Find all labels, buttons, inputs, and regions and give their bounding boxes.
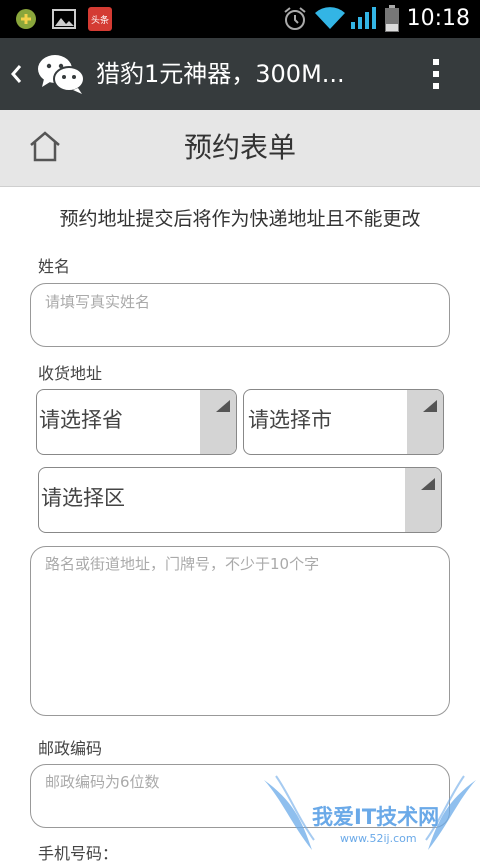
province-dropdown: [200, 390, 236, 454]
district-value: 请选择区: [41, 486, 125, 510]
province-value: 请选择省: [39, 408, 123, 432]
battery-icon: [384, 5, 400, 37]
site-watermark: 我爱IT技术网 www.52ij.com: [262, 770, 480, 854]
watermark-url: www.52ij.com: [340, 832, 417, 845]
svg-text:头条: 头条: [91, 14, 109, 26]
signal-icon: [350, 6, 378, 34]
status-bar: 头条 10:18: [0, 0, 480, 38]
alarm-icon: [282, 6, 308, 36]
name-label: 姓名: [38, 257, 71, 276]
district-select[interactable]: 请选择区: [38, 467, 442, 533]
postcode-placeholder: 邮政编码为6位数: [45, 773, 160, 791]
address-label: 收货地址: [38, 364, 103, 383]
page-title: 预约表单: [183, 131, 296, 164]
name-input[interactable]: 请填写真实姓名: [30, 283, 450, 347]
district-dropdown: [405, 468, 441, 532]
street-address-input[interactable]: 路名或街道地址，门牌号，不少于10个字: [30, 546, 450, 716]
overflow-menu-icon[interactable]: [428, 58, 444, 94]
page-header: 预约表单: [0, 110, 480, 187]
back-chevron-icon[interactable]: [8, 62, 24, 90]
wifi-icon: [314, 6, 346, 34]
news-app-icon: 头条: [88, 7, 112, 35]
picture-icon: [52, 8, 76, 34]
dropdown-arrow-icon: [421, 478, 435, 490]
city-value: 请选择市: [248, 408, 332, 432]
name-placeholder: 请填写真实姓名: [45, 293, 151, 311]
chat-title: 猎豹1元神器，300M...: [96, 60, 345, 88]
street-placeholder: 路名或街道地址，门牌号，不少于10个字: [45, 555, 320, 573]
action-bar: 猎豹1元神器，300M...: [0, 38, 480, 110]
dropdown-arrow-icon: [423, 400, 437, 412]
address-notice: 预约地址提交后将作为快递地址且不能更改: [59, 208, 421, 230]
phone-label: 手机号码：: [38, 844, 119, 863]
city-select[interactable]: 请选择市: [243, 389, 444, 455]
wechat-icon[interactable]: [36, 52, 86, 100]
status-time: 10:18: [406, 6, 470, 31]
province-select[interactable]: 请选择省: [36, 389, 237, 455]
dropdown-arrow-icon: [216, 400, 230, 412]
city-dropdown: [407, 390, 443, 454]
postcode-label: 邮政编码: [38, 739, 103, 758]
android-notification-icon: [14, 8, 38, 34]
watermark-text: 我爱IT技术网: [312, 805, 440, 829]
